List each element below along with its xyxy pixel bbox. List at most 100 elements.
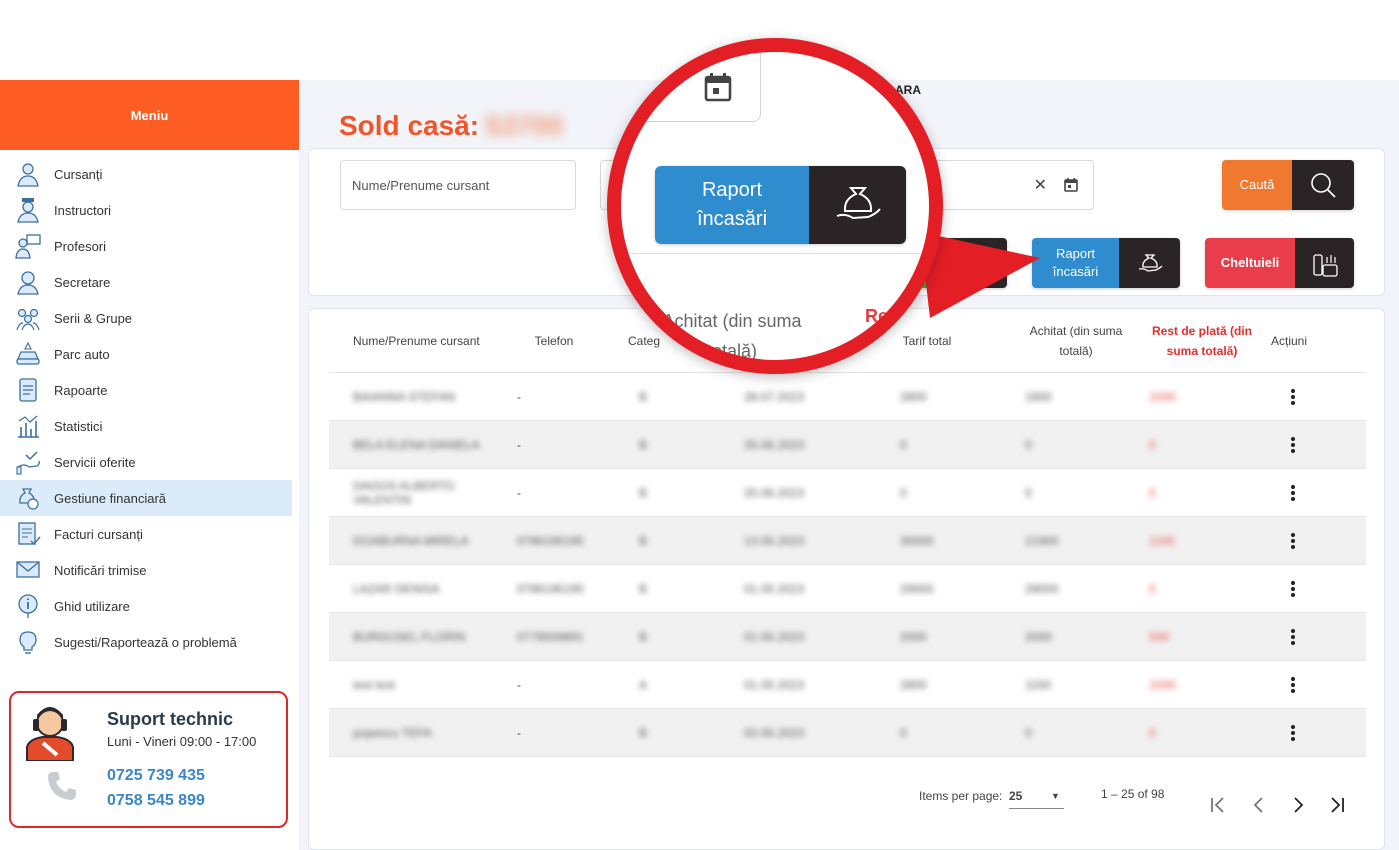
sidebar-item-facturi-cursanti[interactable]: Facturi cursanți xyxy=(0,516,292,552)
envelope-icon xyxy=(14,556,42,584)
search-icon[interactable] xyxy=(1292,160,1354,210)
search-button[interactable]: Caută xyxy=(1222,160,1354,210)
last-page-icon[interactable] xyxy=(1328,796,1346,814)
cell-date: 28.07.2023 xyxy=(744,390,805,404)
sidebar-item-cursanti[interactable]: Cursanți xyxy=(0,156,292,192)
sidebar-item-label: Secretare xyxy=(54,274,111,290)
cell-achitat: 1150 xyxy=(1025,678,1051,692)
date-to-input[interactable]: ✕ xyxy=(923,160,1094,210)
table-row[interactable]: BELA ELENA DANIELA - B 25.06.2023 0 0 0 xyxy=(329,421,1366,469)
zoom-callout: Raport încasări Achitat (din suma totală… xyxy=(607,38,943,374)
table-row[interactable]: BAIANNA STEFAN - B 28.07.2023 2800 1800 1000 xyxy=(329,373,1366,421)
clear-icon[interactable]: ✕ xyxy=(1034,175,1047,195)
cell-rest: 0 xyxy=(1149,486,1156,500)
more-actions-icon[interactable] xyxy=(1291,725,1295,741)
calculator-icon[interactable] xyxy=(947,238,1007,288)
more-actions-icon[interactable] xyxy=(1291,437,1295,453)
sidebar-item-statistici[interactable]: Statistici xyxy=(0,408,292,444)
raport-incasari-button[interactable]: Raport încasări xyxy=(1032,238,1180,288)
chevron-down-icon[interactable]: ▼ xyxy=(1051,791,1060,801)
sidebar-item-rapoarte[interactable]: Rapoarte xyxy=(0,372,292,408)
cell-rest: 0 xyxy=(1149,582,1156,596)
sidebar-item-servicii-oferite[interactable]: Servicii oferite xyxy=(0,444,292,480)
cheltuieli-button[interactable]: Cheltuieli xyxy=(1205,238,1354,288)
cell-tarif: 2800 xyxy=(900,390,927,404)
table-row[interactable]: DAGOS ALBERTO VALENTIN - B 25.06.2023 0 0 0 xyxy=(329,469,1366,517)
sidebar-item-label: Cursanți xyxy=(54,166,103,182)
cell-achitat: 0 xyxy=(1025,486,1032,500)
money-hand-icon[interactable] xyxy=(1119,238,1180,288)
cheltuieli-label[interactable]: Cheltuieli xyxy=(1205,238,1295,288)
search-input[interactable]: Nume/Prenume cursant xyxy=(340,160,576,210)
sidebar-item-instructori[interactable]: Instructori xyxy=(0,192,292,228)
sidebar-item-serii-grupe[interactable]: Serii & Grupe xyxy=(0,300,292,336)
more-actions-icon[interactable] xyxy=(1291,389,1295,405)
cell-tarif: 0 xyxy=(900,438,907,452)
cell-phone: - xyxy=(517,486,521,500)
search-button-label[interactable]: Caută xyxy=(1222,160,1292,210)
cell-name: LAZAR DENISA xyxy=(353,582,440,596)
invoice-icon xyxy=(14,520,42,548)
support-phone-2[interactable]: 0758 545 899 xyxy=(107,792,205,810)
more-actions-icon[interactable] xyxy=(1291,629,1295,645)
table-row[interactable]: popescu TEFA - B 02.05.2023 0 0 0 xyxy=(329,709,1366,757)
items-per-page-label: Items per page: xyxy=(919,789,1003,803)
more-actions-icon[interactable] xyxy=(1291,581,1295,597)
cell-date: 01.05.2023 xyxy=(744,678,805,692)
table-row[interactable]: test test - A 01.05.2023 2800 1150 1000 xyxy=(329,661,1366,709)
pagination-range: 1 – 25 of 98 xyxy=(1101,787,1165,801)
sidebar-item-label: Parc auto xyxy=(54,346,110,362)
table-row[interactable]: BURDUSEL FLORIN 0778559891 B 01.05.2023 2000… xyxy=(329,613,1366,661)
more-actions-icon[interactable] xyxy=(1291,485,1295,501)
support-phone-1[interactable]: 0725 739 435 xyxy=(107,767,205,785)
cell-achitat: 0 xyxy=(1025,726,1032,740)
cell-rest: 500 xyxy=(1149,630,1170,644)
sidebar-item-notificari-trimise[interactable]: Notificări trimise xyxy=(0,552,292,588)
sidebar-item-label: Notificări trimise xyxy=(54,562,147,578)
items-per-page-select[interactable]: 25 ▼ xyxy=(1009,779,1064,809)
first-page-icon[interactable] xyxy=(1209,796,1227,814)
sidebar-item-parc-auto[interactable]: Parc auto xyxy=(0,336,292,372)
sidebar-item-sugesti-raporteaza-o-problema[interactable]: Sugesti/Raportează o problemă xyxy=(0,624,292,660)
support-box: Suport technic Luni - Vineri 09:00 - 17:… xyxy=(9,691,288,828)
cell-cat: B xyxy=(639,390,648,404)
previous-page-icon[interactable] xyxy=(1250,796,1268,814)
cell-name: test test xyxy=(353,678,396,692)
cell-name: BELA ELENA DANIELA xyxy=(353,438,480,452)
instructor-icon xyxy=(14,196,42,224)
zoom-date-input xyxy=(621,52,761,122)
more-actions-icon[interactable] xyxy=(1291,677,1295,693)
car-icon xyxy=(14,340,42,368)
items-per-page-value: 25 xyxy=(1009,789,1023,803)
zoom-money-hand-icon xyxy=(809,166,906,244)
student-icon xyxy=(14,160,42,188)
cell-name: BAIANNA STEFAN xyxy=(353,390,456,404)
sold-value: 53700 xyxy=(485,110,563,141)
table-row[interactable]: DOABURNA MIRELA 0786195195 B 13.05.2023 3000… xyxy=(329,517,1366,565)
cell-achitat: 29000 xyxy=(1025,582,1059,596)
cell-name: popescu TEFA xyxy=(353,726,432,740)
table-row[interactable]: LAZAR DENISA 0786195195 B 01.05.2023 29000 29… xyxy=(329,565,1366,613)
sidebar-item-gestiune-financiara[interactable]: Gestiune financiară xyxy=(0,480,292,516)
cell-date: 25.06.2023 xyxy=(744,438,805,452)
sidebar-item-label: Profesori xyxy=(54,238,107,254)
cell-achitat: 2000 xyxy=(1025,630,1052,644)
sidebar-item-ghid-utilizare[interactable]: Ghid utilizare xyxy=(0,588,292,624)
cell-date: 25.06.2023 xyxy=(744,486,805,500)
sidebar-item-secretare[interactable]: Secretare xyxy=(0,264,292,300)
cell-phone: - xyxy=(517,390,521,404)
cell-date: 01.05.2023 xyxy=(744,582,805,596)
info-icon xyxy=(14,592,42,620)
raport-incasari-label[interactable]: Raport încasări xyxy=(1032,238,1119,288)
more-actions-icon[interactable] xyxy=(1291,533,1295,549)
expenses-icon[interactable] xyxy=(1295,238,1354,288)
sidebar-item-label: Statistici xyxy=(54,418,103,434)
sidebar-item-profesori[interactable]: Profesori xyxy=(0,228,292,264)
cell-tarif: 2000 xyxy=(900,630,927,644)
calendar-icon[interactable] xyxy=(1063,177,1079,193)
cell-cat: B xyxy=(639,726,648,740)
cell-cat: B xyxy=(639,630,648,644)
next-page-icon[interactable] xyxy=(1289,796,1307,814)
column-header: Telefon xyxy=(534,334,574,348)
sidebar-item-label: Serii & Grupe xyxy=(54,310,133,326)
